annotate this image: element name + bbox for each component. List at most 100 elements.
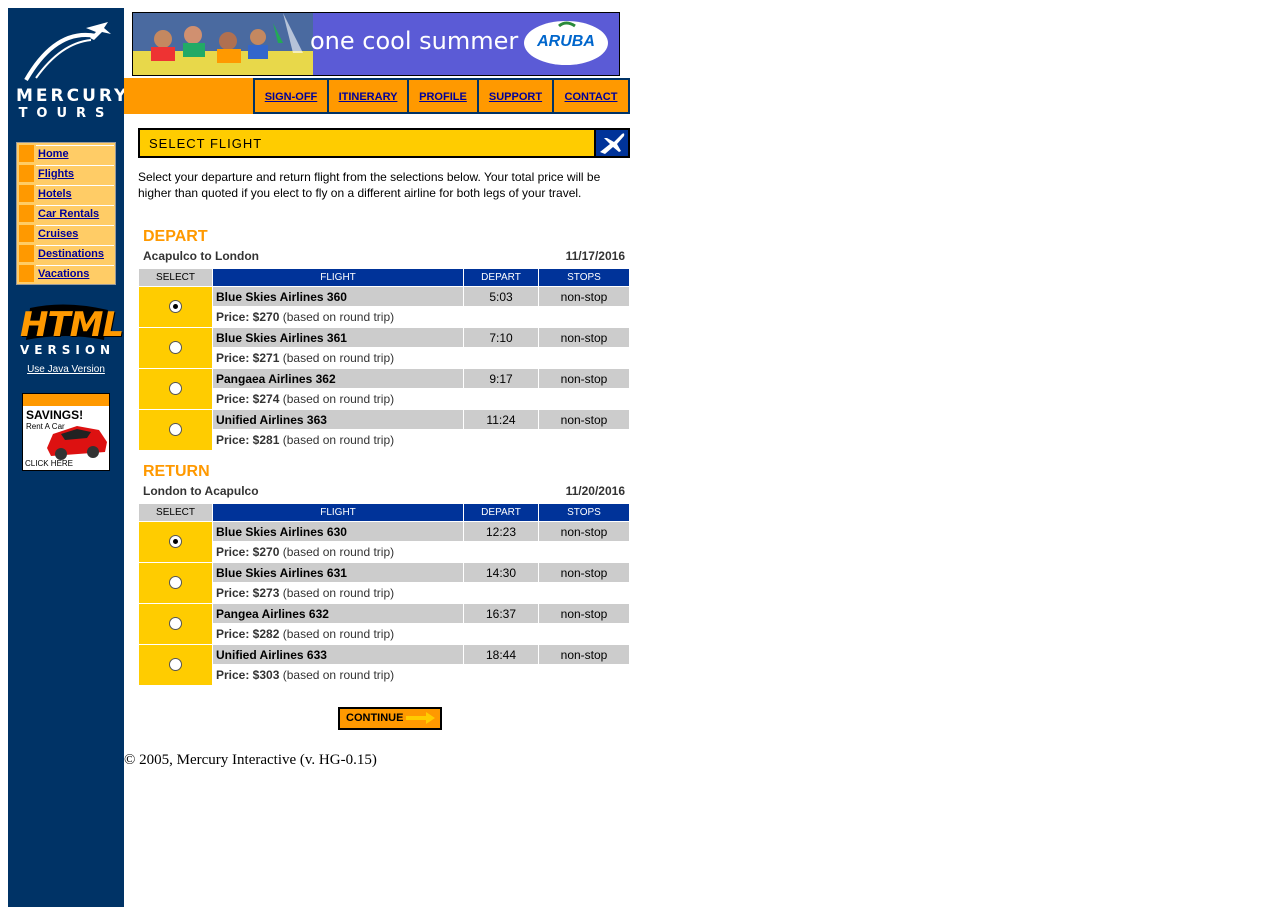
radio-cell[interactable] xyxy=(139,410,212,450)
table-header: SELECT FLIGHT DEPART STOPS xyxy=(139,504,629,521)
sidebar-link-vacations[interactable]: Vacations xyxy=(38,268,89,280)
sidebar-item-flights[interactable]: Flights xyxy=(18,164,115,183)
table-row: Blue Skies Airlines 631 14:30 non-stop xyxy=(139,563,629,603)
outflight-radio[interactable] xyxy=(169,341,182,355)
top-nav: SIGN-OFF ITINERARY PROFILE SUPPORT CONTA… xyxy=(253,78,630,114)
price-note: (based on round trip) xyxy=(282,545,395,559)
sidebar-link-flights[interactable]: Flights xyxy=(38,168,74,180)
sign-off-link[interactable]: SIGN-OFF xyxy=(265,91,318,103)
inflight-radio[interactable] xyxy=(169,617,182,631)
outflight-radio[interactable] xyxy=(169,423,182,437)
price-row: Price: $274 (based on round trip) xyxy=(139,389,629,409)
flight-time: 16:37 xyxy=(464,604,538,623)
price-label: Price: $270 xyxy=(216,310,280,324)
sidebar-item-hotels[interactable]: Hotels xyxy=(18,184,115,203)
flight-time: 18:44 xyxy=(464,645,538,664)
sidebar-link-home[interactable]: Home xyxy=(38,148,69,160)
price-label: Price: $303 xyxy=(216,668,280,682)
support-link[interactable]: SUPPORT xyxy=(489,91,542,103)
sidebar-link-hotels[interactable]: Hotels xyxy=(38,188,72,200)
price-row: Price: $282 (based on round trip) xyxy=(139,624,629,644)
col-select: SELECT xyxy=(139,504,212,521)
price-label: Price: $282 xyxy=(216,627,280,641)
intro-text: Select your departure and return flight … xyxy=(138,170,601,200)
sidebar-link-destinations[interactable]: Destinations xyxy=(38,248,104,260)
topnav-sign-off[interactable]: SIGN-OFF xyxy=(255,80,327,112)
return-title: RETURN xyxy=(143,463,210,480)
table-row: Pangea Airlines 632 16:37 non-stop xyxy=(139,604,629,644)
inflight-radio[interactable] xyxy=(169,535,182,549)
continue-label: CONTINUE xyxy=(346,712,404,724)
flight-stops: non-stop xyxy=(539,287,629,306)
banner-text: one cool summer xyxy=(310,27,519,55)
radio-cell[interactable] xyxy=(139,604,212,644)
price-note: (based on round trip) xyxy=(282,627,395,641)
sidebar-item-home[interactable]: Home xyxy=(18,144,115,163)
flight-time: 5:03 xyxy=(464,287,538,306)
depart-title: DEPART xyxy=(143,228,208,245)
price-row: Price: $281 (based on round trip) xyxy=(139,430,629,450)
return-date: 11/20/2016 xyxy=(565,484,625,498)
sidebar-link-cruises[interactable]: Cruises xyxy=(38,228,78,240)
topnav-itinerary[interactable]: ITINERARY xyxy=(329,80,407,112)
flight-time: 9:17 xyxy=(464,369,538,388)
topnav-support[interactable]: SUPPORT xyxy=(479,80,552,112)
col-depart: DEPART xyxy=(464,504,538,521)
topnav-profile[interactable]: PROFILE xyxy=(409,80,477,112)
flight-name: Unified Airlines 633 xyxy=(213,645,463,664)
flight-price: Price: $303 (based on round trip) xyxy=(213,665,629,685)
radio-cell[interactable] xyxy=(139,522,212,562)
flight-price: Price: $273 (based on round trip) xyxy=(213,583,629,603)
airplane-icon xyxy=(594,128,630,158)
price-label: Price: $274 xyxy=(216,392,280,406)
price-row: Price: $303 (based on round trip) xyxy=(139,665,629,685)
radio-cell[interactable] xyxy=(139,369,212,409)
car-rental-ad[interactable]: SAVINGS! Rent A Car CLICK HERE xyxy=(22,393,110,471)
price-label: Price: $273 xyxy=(216,586,280,600)
flight-price: Price: $274 (based on round trip) xyxy=(213,389,629,409)
radio-cell[interactable] xyxy=(139,563,212,603)
flight-name: Unified Airlines 363 xyxy=(213,410,463,429)
outflight-radio[interactable] xyxy=(169,382,182,396)
flight-name: Blue Skies Airlines 630 xyxy=(213,522,463,541)
price-row: Price: $270 (based on round trip) xyxy=(139,307,629,327)
table-header: SELECT FLIGHT DEPART STOPS xyxy=(139,269,629,286)
sidebar-item-cruises[interactable]: Cruises xyxy=(18,224,115,243)
radio-cell[interactable] xyxy=(139,645,212,685)
aruba-brand: ARUBA xyxy=(537,33,595,50)
price-note: (based on round trip) xyxy=(282,351,395,365)
contact-link[interactable]: CONTACT xyxy=(565,91,618,103)
outflight-radio[interactable] xyxy=(169,300,182,314)
flight-stops: non-stop xyxy=(539,369,629,388)
logo-text: MERCURY TOURS xyxy=(16,88,126,122)
flight-stops: non-stop xyxy=(539,328,629,347)
java-version-link[interactable]: Use Java Version xyxy=(16,364,116,375)
itinerary-link[interactable]: ITINERARY xyxy=(339,91,398,103)
sidebar-link-car-rentals[interactable]: Car Rentals xyxy=(38,208,99,220)
topnav-contact[interactable]: CONTACT xyxy=(554,80,628,112)
flight-stops: non-stop xyxy=(539,604,629,623)
flight-price: Price: $270 (based on round trip) xyxy=(213,542,629,562)
sidebar-item-vacations[interactable]: Vacations xyxy=(18,264,115,283)
profile-link[interactable]: PROFILE xyxy=(419,91,467,103)
flight-stops: non-stop xyxy=(539,645,629,664)
price-note: (based on round trip) xyxy=(282,586,395,600)
flight-stops: non-stop xyxy=(539,522,629,541)
flight-price: Price: $271 (based on round trip) xyxy=(213,348,629,368)
price-note: (based on round trip) xyxy=(282,392,395,406)
page-title: SELECT FLIGHT xyxy=(149,136,263,151)
inflight-radio[interactable] xyxy=(169,576,182,590)
inflight-radio[interactable] xyxy=(169,658,182,672)
price-label: Price: $281 xyxy=(216,433,280,447)
col-flight: FLIGHT xyxy=(213,269,463,286)
radio-cell[interactable] xyxy=(139,328,212,368)
radio-cell[interactable] xyxy=(139,287,212,327)
price-note: (based on round trip) xyxy=(282,310,395,324)
sidebar-item-destinations[interactable]: Destinations xyxy=(18,244,115,263)
footer-copyright: © 2005, Mercury Interactive (v. HG-0.15) xyxy=(124,752,377,768)
table-row: Unified Airlines 363 11:24 non-stop xyxy=(139,410,629,450)
price-label: Price: $271 xyxy=(216,351,280,365)
sidebar-item-car-rentals[interactable]: Car Rentals xyxy=(18,204,115,223)
table-row: Pangaea Airlines 362 9:17 non-stop xyxy=(139,369,629,409)
flight-time: 12:23 xyxy=(464,522,538,541)
